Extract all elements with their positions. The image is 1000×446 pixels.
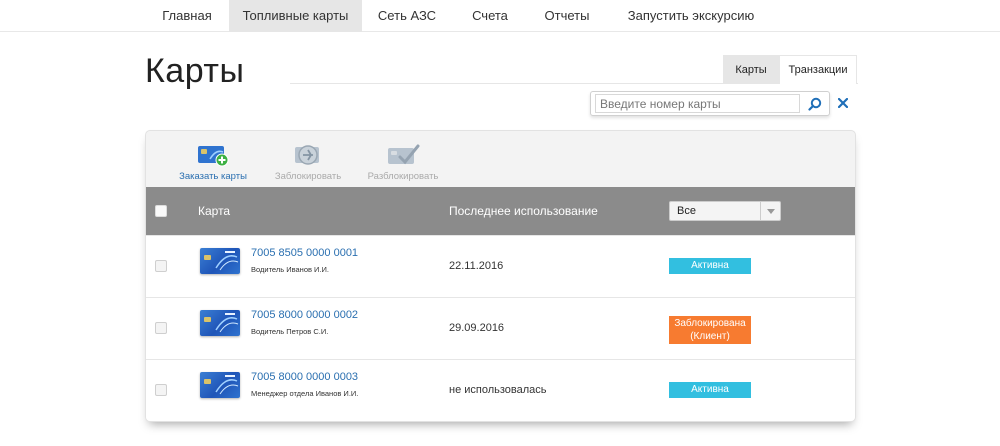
- order-cards-button[interactable]: Заказать карты: [163, 143, 263, 182]
- nav-item-start-tour[interactable]: Запустить экскурсию: [612, 0, 770, 32]
- status-badge-line1: Заблокирована: [674, 318, 746, 329]
- card-holder: Водитель Петров С.И.: [251, 327, 329, 336]
- nav-item-gas-stations[interactable]: Сеть АЗС: [362, 0, 452, 32]
- status-filter-select[interactable]: Все: [669, 201, 781, 221]
- search-icon: [808, 97, 822, 111]
- status-badge-line2: (Клиент): [690, 331, 730, 342]
- card-number-link[interactable]: 7005 8505 0000 0001: [251, 247, 358, 259]
- table-row[interactable]: 7005 8000 0000 0002 Водитель Петров С.И.…: [146, 297, 855, 359]
- search-button[interactable]: [804, 94, 826, 113]
- status-badge: Активна: [669, 382, 751, 398]
- row-checkbox[interactable]: [155, 260, 167, 272]
- nav-item-reports[interactable]: Отчеты: [528, 0, 606, 32]
- column-header-card: Карта: [198, 204, 231, 218]
- chevron-down-icon: [760, 202, 780, 220]
- tab-cards[interactable]: Карты: [723, 55, 779, 84]
- fuel-card-thumbnail: [200, 372, 240, 398]
- last-use-date: 29.09.2016: [449, 322, 505, 334]
- status-badge: Заблокирована (Клиент): [669, 316, 751, 344]
- card-number-link[interactable]: 7005 8000 0000 0002: [251, 309, 358, 321]
- table-header: Карта Последнее использование Все: [146, 187, 855, 235]
- table-row[interactable]: 7005 8505 0000 0001 Водитель Иванов И.И.…: [146, 235, 855, 297]
- select-all-checkbox[interactable]: [155, 205, 167, 217]
- status-badge: Активна: [669, 258, 751, 274]
- card-holder: Менеджер отдела Иванов И.И.: [251, 389, 359, 398]
- column-header-last-use: Последнее использование: [449, 204, 598, 218]
- last-use-date: 22.11.2016: [449, 260, 504, 272]
- close-icon: [838, 98, 848, 108]
- row-checkbox[interactable]: [155, 384, 167, 396]
- block-card-icon: [291, 143, 325, 167]
- search-input[interactable]: [595, 94, 800, 113]
- nav-item-home[interactable]: Главная: [145, 0, 229, 32]
- fuel-card-thumbnail: [200, 310, 240, 336]
- table-row[interactable]: 7005 8000 0000 0003 Менеджер отдела Иван…: [146, 359, 855, 421]
- nav-item-fuel-cards[interactable]: Топливные карты: [229, 0, 362, 32]
- unblock-card-icon: [386, 143, 420, 167]
- block-card-button[interactable]: Заблокировать: [258, 143, 358, 182]
- tab-transactions[interactable]: Транзакции: [779, 55, 857, 84]
- row-checkbox[interactable]: [155, 322, 167, 334]
- cards-panel: Заказать карты Заблокировать Разблокиров…: [145, 130, 856, 422]
- unblock-card-label: Разблокировать: [367, 171, 439, 182]
- top-navigation: Главная Топливные карты Сеть АЗС Счета О…: [0, 0, 1000, 32]
- status-filter-value: Все: [677, 205, 696, 217]
- fuel-card-thumbnail: [200, 248, 240, 274]
- page-title: Карты: [145, 52, 245, 90]
- card-number-link[interactable]: 7005 8000 0000 0003: [251, 371, 358, 383]
- search-box: [590, 91, 830, 116]
- clear-search-button[interactable]: [834, 94, 852, 112]
- nav-item-invoices[interactable]: Счета: [452, 0, 528, 32]
- order-cards-label: Заказать карты: [179, 171, 247, 182]
- card-holder: Водитель Иванов И.И.: [251, 265, 330, 274]
- unblock-card-button[interactable]: Разблокировать: [353, 143, 453, 182]
- last-use-date: не использовалась: [449, 384, 547, 396]
- block-card-label: Заблокировать: [274, 171, 342, 182]
- order-cards-icon: [196, 143, 230, 167]
